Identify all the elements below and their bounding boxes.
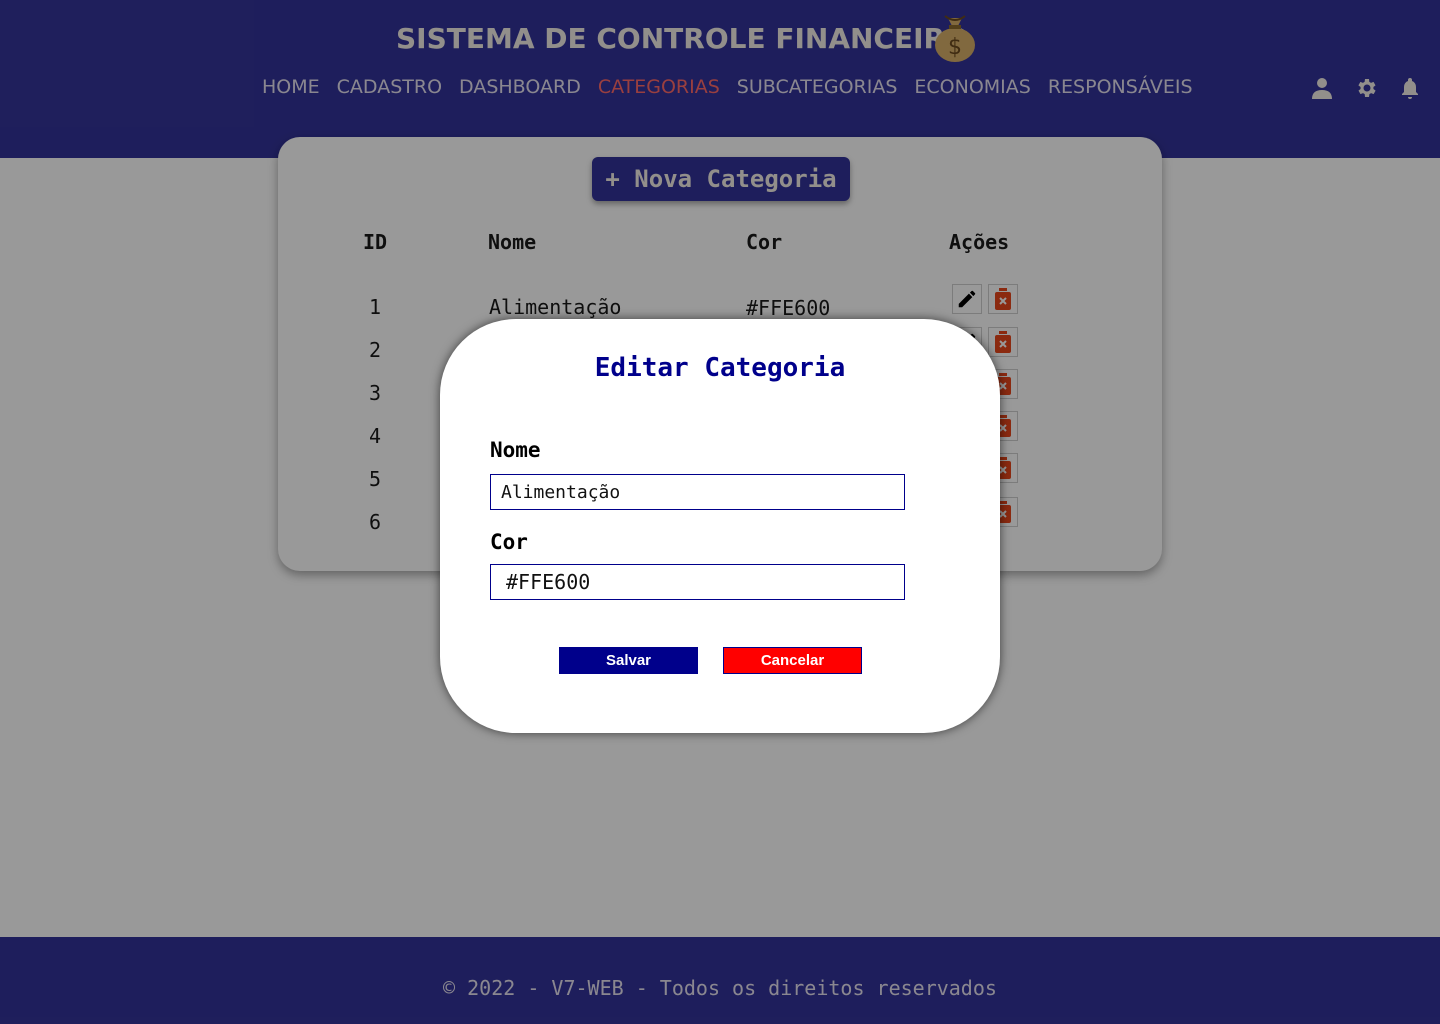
color-input[interactable] <box>490 564 905 600</box>
modal-title: Editar Categoria <box>594 353 846 383</box>
save-button[interactable]: Salvar <box>559 647 698 674</box>
name-field-label: Nome <box>490 438 541 462</box>
cancel-button[interactable]: Cancelar <box>723 647 862 674</box>
edit-category-modal: Editar Categoria Nome Cor Salvar Cancela… <box>440 319 1000 733</box>
name-input[interactable] <box>490 474 905 510</box>
color-field-label: Cor <box>490 530 528 554</box>
